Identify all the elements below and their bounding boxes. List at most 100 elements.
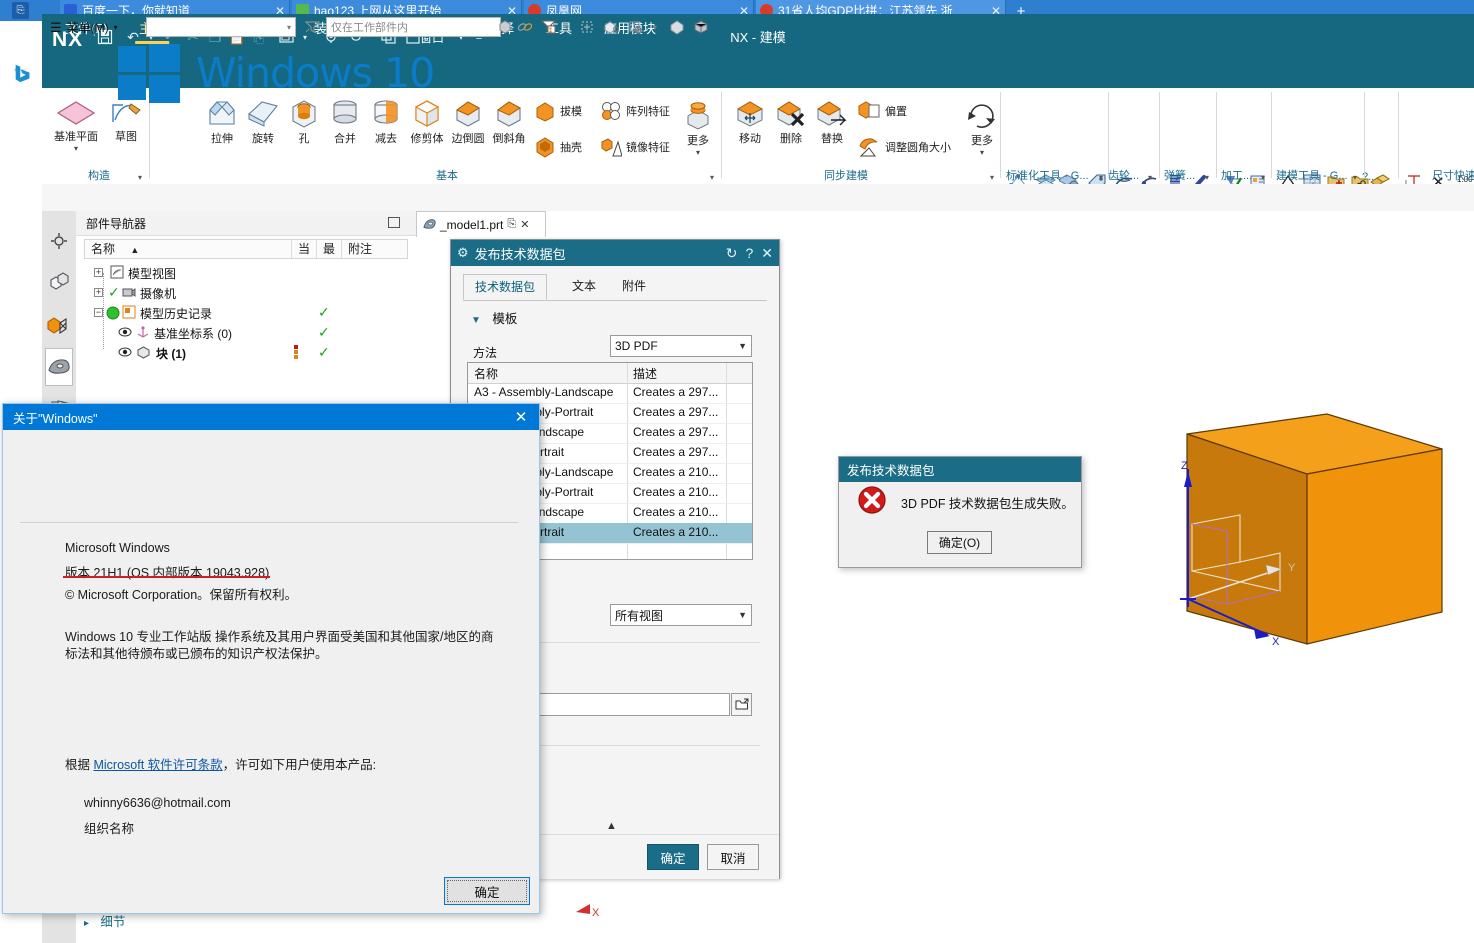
ribbon-button-sketch[interactable]: 草图: [104, 100, 148, 144]
select-face-icon[interactable]: [602, 18, 620, 36]
chevron-down-icon[interactable]: ▾: [287, 23, 291, 32]
chevron-down-icon[interactable]: ▾: [646, 18, 664, 36]
snap-point-icon[interactable]: [626, 18, 644, 36]
ribbon-group-expand-icon[interactable]: ▾: [1353, 173, 1357, 182]
dialog-tab-tdp[interactable]: 技术数据包: [463, 274, 548, 300]
part-navigator-row[interactable]: 块 (1) ✓: [84, 343, 408, 363]
help-icon[interactable]: ?: [745, 245, 753, 261]
error-dialog-title-bar[interactable]: 发布技术数据包: [839, 457, 1081, 482]
reset-icon[interactable]: ↻: [726, 245, 738, 262]
selection-filter-combo[interactable]: ▾: [146, 17, 296, 37]
microsoft-license-link[interactable]: Microsoft 软件许可条款: [93, 758, 222, 772]
assembly-navigator-icon[interactable]: [45, 222, 73, 260]
part-navigator-row[interactable]: + 模型视图: [84, 263, 408, 283]
select-chain-icon[interactable]: [516, 18, 534, 36]
error-ok-button[interactable]: 确定(O): [927, 531, 992, 554]
solid-block-model[interactable]: Z Y X: [1152, 399, 1472, 689]
filter-icon[interactable]: [304, 18, 322, 36]
chevron-down-icon[interactable]: ▾: [114, 23, 118, 32]
expander-icon[interactable]: −: [94, 308, 103, 317]
ribbon-button-unite[interactable]: 合并: [323, 98, 367, 146]
scope-combo[interactable]: 仅在工作部件内: [326, 17, 501, 37]
part-navigator-row[interactable]: + ✓ 摄像机: [84, 283, 408, 303]
ribbon-button-trim-body[interactable]: 修剪体: [405, 98, 449, 146]
expander-icon[interactable]: +: [94, 268, 103, 277]
dock-icon[interactable]: [388, 217, 400, 228]
ribbon-button-delete-face[interactable]: 删除: [769, 98, 813, 146]
ribbon-group-expand-icon[interactable]: ▾: [1148, 173, 1152, 182]
ribbon-button-datum-plane[interactable]: 基准平面 ▾: [54, 100, 98, 153]
windows-dialog-title-bar[interactable]: 关于"Windows" ✕: [3, 404, 539, 430]
ribbon-button-hole[interactable]: 孔: [282, 98, 326, 146]
method-combo[interactable]: 3D PDF ▼: [610, 335, 752, 357]
chevron-down-icon[interactable]: ▾: [980, 148, 984, 157]
wireframe-display-icon[interactable]: [692, 18, 710, 36]
ribbon-button-extrude[interactable]: 拉伸: [200, 98, 244, 146]
dialog-title-bar[interactable]: ⚙ 发布技术数据包 ↻ ? ✕: [451, 240, 779, 266]
browser-app-icon[interactable]: ⎘: [12, 2, 29, 19]
constraint-navigator-icon[interactable]: [45, 306, 73, 344]
ribbon-button-chamfer[interactable]: 倒斜角: [487, 98, 531, 146]
column-header-note[interactable]: 附注: [342, 240, 402, 258]
details-section[interactable]: ▸ 细节: [84, 911, 408, 935]
ribbon-button-move-face[interactable]: 移动: [728, 98, 772, 146]
visibility-eye-icon[interactable]: [118, 326, 132, 341]
part-navigator-row[interactable]: − 模型历史记录 ✓: [84, 303, 408, 323]
chevron-down-icon[interactable]: ▾: [696, 148, 700, 157]
browse-file-button[interactable]: [731, 693, 752, 716]
dialog-tab-attachment[interactable]: 附件: [611, 274, 657, 300]
collapse-arrow-icon[interactable]: ▼: [471, 315, 481, 326]
ribbon-group-expand-icon[interactable]: ▾: [990, 173, 994, 182]
select-point-icon[interactable]: [578, 18, 596, 36]
dialog-tab-text[interactable]: 文本: [561, 274, 607, 300]
ribbon-button-offset-region[interactable]: 偏置: [857, 100, 907, 122]
tab-close-icon[interactable]: ✕: [520, 218, 529, 231]
table-row[interactable]: A3 - Assembly-Landscape Creates a 297...: [468, 383, 752, 404]
ribbon-button-edge-blend[interactable]: 边倒圆: [446, 98, 490, 146]
ok-button[interactable]: 确定: [647, 844, 699, 870]
view-combo[interactable]: 所有视图 ▼: [610, 604, 752, 626]
ribbon-button-draft[interactable]: 拔模: [534, 100, 582, 122]
ribbon-button-subtract[interactable]: 减去: [364, 98, 408, 146]
windows-ok-button[interactable]: 确定: [444, 877, 530, 905]
column-header-name[interactable]: 名称 ▲: [85, 240, 291, 258]
section-template-header[interactable]: ▼ 模板: [471, 308, 517, 327]
sort-arrow-icon[interactable]: ▲: [130, 245, 139, 255]
chevron-down-icon[interactable]: ▾: [558, 18, 576, 36]
column-header-current[interactable]: 当: [292, 240, 316, 258]
reuse-library-icon[interactable]: [45, 348, 73, 386]
ribbon-group-expand-icon[interactable]: ▾: [1099, 173, 1103, 182]
column-header-name[interactable]: 名称: [474, 365, 498, 382]
cancel-button[interactable]: 取消: [707, 844, 759, 870]
ribbon-button-more-sync[interactable]: 更多 ▾: [960, 100, 1004, 157]
ribbon-button-mirror-feature[interactable]: 镜像特征: [600, 136, 670, 158]
part-file-tab[interactable]: _model1.prt ⎘ ✕: [416, 211, 546, 237]
ribbon-group-expand-icon[interactable]: ▾: [138, 173, 142, 182]
close-icon[interactable]: ✕: [511, 407, 531, 427]
expander-icon[interactable]: +: [94, 288, 103, 297]
shaded-display-icon[interactable]: [668, 18, 686, 36]
selection-settings-icon[interactable]: [540, 18, 558, 36]
visibility-eye-icon[interactable]: [118, 346, 132, 361]
ribbon-button-shell[interactable]: 抽壳: [534, 136, 582, 158]
ribbon-button-resize-blend[interactable]: 调整圆角大小: [857, 136, 951, 158]
ribbon-group-expand-icon[interactable]: ▾: [1261, 173, 1265, 182]
ribbon-button-more-basic[interactable]: 更多 ▾: [676, 102, 720, 157]
ribbon-button-pattern-feature[interactable]: 阵列特征: [600, 100, 670, 122]
ribbon-button-revolve[interactable]: 旋转: [241, 98, 285, 146]
column-header-desc[interactable]: 描述: [633, 365, 657, 382]
chevron-down-icon[interactable]: ▼: [738, 610, 747, 620]
close-icon[interactable]: ✕: [761, 245, 773, 262]
chevron-down-icon[interactable]: ▾: [74, 144, 78, 153]
ribbon-button-replace-face[interactable]: 替换: [810, 98, 854, 146]
dialog-collapse-arrow[interactable]: ▲: [606, 820, 617, 832]
part-navigator-row[interactable]: 基准坐标系 (0) ✓: [84, 323, 408, 343]
part-navigator-icon[interactable]: [45, 264, 73, 302]
select-feature-icon[interactable]: [496, 18, 514, 36]
menu-button[interactable]: ☰ 菜单(M) ▾: [50, 18, 118, 37]
ribbon-group-expand-icon[interactable]: ▾: [710, 173, 714, 182]
chevron-down-icon[interactable]: ▼: [738, 341, 747, 351]
ribbon-group-expand-icon[interactable]: ▾: [1205, 173, 1209, 182]
expand-arrow-icon[interactable]: ▸: [84, 918, 89, 929]
column-header-latest[interactable]: 最: [317, 240, 341, 258]
